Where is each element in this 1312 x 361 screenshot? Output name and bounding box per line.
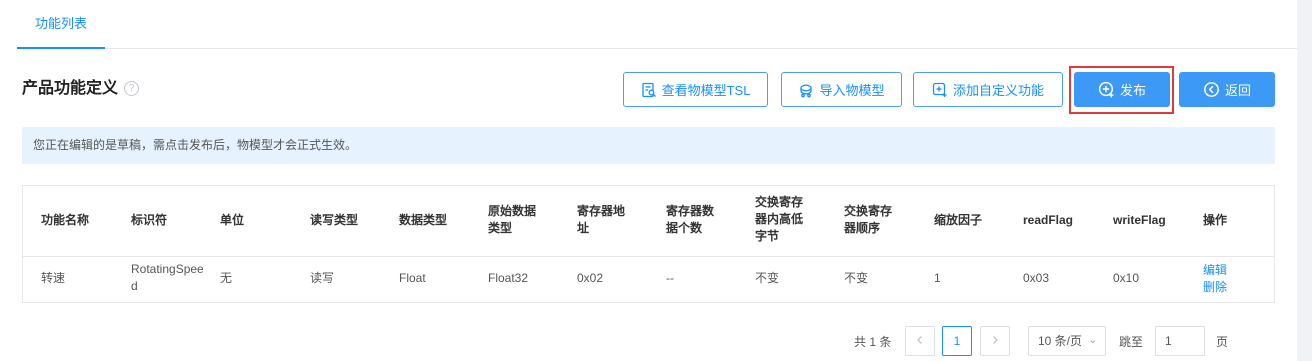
cell-actions: 编辑 删除	[1203, 262, 1227, 296]
cell-identifier: RotatingSpeed	[131, 262, 204, 293]
cell-name: 转速	[41, 271, 66, 285]
page-suffix-label: 页	[1216, 335, 1229, 349]
import-model-label: 导入物模型	[819, 83, 885, 98]
page-number-button[interactable]: 1	[942, 326, 972, 356]
chevron-left-icon	[915, 334, 925, 348]
chevron-right-icon	[990, 334, 1000, 348]
add-function-icon	[932, 82, 948, 98]
cell-raw-type: Float32	[488, 271, 529, 285]
column-header: 数据类型	[399, 213, 448, 227]
table-header: 功能名称 标识符 单位 读写类型 数据类型 原始数据类型 寄存器地址 寄存器数据…	[23, 186, 1274, 257]
column-header: 原始数据类型	[488, 204, 537, 235]
cell-write-flag: 0x10	[1113, 271, 1140, 285]
cell-register-count: --	[666, 271, 674, 285]
cell-register-address: 0x02	[577, 271, 604, 285]
next-page-button[interactable]	[980, 326, 1010, 356]
cell-swap-order: 不变	[844, 271, 869, 285]
back-button[interactable]: 返回	[1179, 72, 1275, 107]
scrollbar-track[interactable]	[1297, 0, 1312, 361]
column-header: readFlag	[1023, 213, 1074, 227]
cell-read-flag: 0x03	[1023, 271, 1050, 285]
page-card: 功能列表 产品功能定义 ? 查看物模型TSL 导入物模型 添加自定义功能 发布 …	[0, 0, 1297, 361]
draft-notice-alert: 您正在编辑的是草稿，需点击发布后，物模型才会正式生效。	[22, 127, 1275, 164]
view-tsl-button[interactable]: 查看物模型TSL	[623, 72, 768, 107]
page-title: 产品功能定义	[22, 80, 119, 97]
jump-label: 跳至	[1119, 335, 1144, 349]
page-size-select[interactable]: 10 条/页 ⌄	[1028, 326, 1106, 356]
column-header: 交换寄存器内高低字节	[755, 195, 804, 243]
cell-rw-type: 读写	[310, 271, 335, 285]
back-label: 返回	[1224, 83, 1251, 98]
cell-unit: 无	[220, 271, 233, 285]
column-header: 单位	[220, 213, 245, 227]
back-arrow-icon	[1203, 81, 1220, 98]
cell-scale-factor: 1	[934, 271, 941, 285]
model-import-icon	[798, 82, 814, 98]
tab-function-list[interactable]: 功能列表	[17, 14, 105, 49]
column-header: 寄存器地址	[577, 204, 626, 235]
publish-icon	[1098, 81, 1115, 98]
add-custom-function-button[interactable]: 添加自定义功能	[913, 72, 1063, 107]
view-tsl-label: 查看物模型TSL	[661, 83, 751, 98]
column-header: 操作	[1203, 213, 1228, 227]
document-search-icon	[641, 82, 657, 98]
cell-data-type: Float	[399, 271, 426, 285]
prev-page-button[interactable]	[905, 326, 935, 356]
tab-bar: 功能列表	[17, 0, 1297, 49]
help-icon[interactable]: ?	[124, 81, 139, 96]
edit-link[interactable]: 编辑	[1203, 262, 1227, 279]
jump-page-input[interactable]	[1155, 326, 1205, 356]
add-custom-function-label: 添加自定义功能	[952, 83, 1044, 98]
column-header: 读写类型	[310, 213, 359, 227]
column-header: 缩放因子	[934, 213, 983, 227]
publish-button[interactable]: 发布	[1074, 72, 1170, 107]
column-header: 功能名称	[41, 213, 90, 227]
column-header: 标识符	[131, 213, 168, 227]
publish-label: 发布	[1119, 83, 1146, 98]
cell-swap-bytes: 不变	[755, 271, 780, 285]
column-header: 寄存器数据个数	[666, 204, 715, 235]
column-header: writeFlag	[1113, 213, 1166, 227]
pagination-total: 共 1 条	[854, 335, 892, 349]
page-size-value: 10 条/页	[1038, 334, 1083, 348]
chevron-down-icon: ⌄	[1088, 335, 1097, 346]
import-model-button[interactable]: 导入物模型	[781, 72, 902, 107]
function-table: 功能名称 标识符 单位 读写类型 数据类型 原始数据类型 寄存器地址 寄存器数据…	[22, 185, 1275, 303]
column-header: 交换寄存器顺序	[844, 204, 893, 235]
delete-link[interactable]: 删除	[1203, 279, 1227, 296]
